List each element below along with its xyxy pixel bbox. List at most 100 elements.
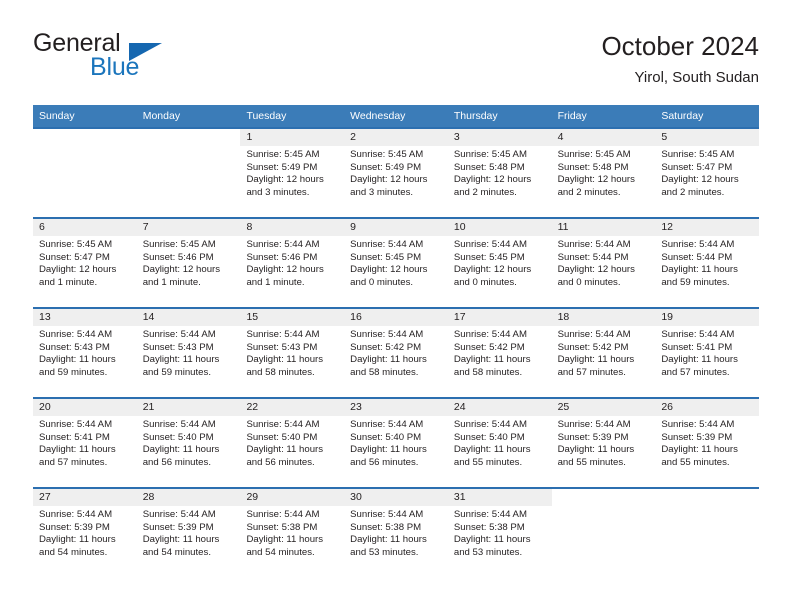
calendar-day-cell[interactable]: 19 Sunrise: 5:44 AM Sunset: 5:41 PM Dayligh… xyxy=(655,307,760,397)
sunset-text: Sunset: 5:49 PM xyxy=(246,161,318,173)
sunrise-text: Sunrise: 5:45 AM xyxy=(350,149,424,160)
calendar-day-cell[interactable]: 9 Sunrise: 5:44 AM Sunset: 5:45 PM Daylight… xyxy=(344,217,448,307)
sunrise-text: Sunrise: 5:45 AM xyxy=(453,149,527,160)
day-details: Sunrise: 5:44 AM Sunset: 5:41 PM Daylight:… xyxy=(33,416,137,469)
day-details: Sunrise: 5:44 AM Sunset: 5:40 PM Daylight:… xyxy=(240,416,344,469)
calendar-day-cell[interactable]: 12 Sunrise: 5:44 AM Sunset: 5:44 PM Dayligh… xyxy=(655,217,760,307)
calendar-day-cell[interactable]: 8 Sunrise: 5:44 AM Sunset: 5:46 PM Daylight… xyxy=(240,217,345,307)
daylight-text-line2: and 55 minutes. xyxy=(557,456,626,468)
calendar-day-cell[interactable]: 6 Sunrise: 5:45 AM Sunset: 5:47 PM Daylight… xyxy=(33,217,137,307)
calendar-day-cell[interactable]: 2 Sunrise: 5:45 AM Sunset: 5:49 PM Daylight… xyxy=(344,127,448,217)
sunset-text: Sunset: 5:46 PM xyxy=(142,251,214,263)
daylight-text-line1: Daylight: 11 hours xyxy=(39,354,116,366)
daylight-text-line2: and 56 minutes. xyxy=(350,456,419,468)
calendar-day-cell[interactable]: 13 Sunrise: 5:44 AM Sunset: 5:43 PM Dayligh… xyxy=(33,307,137,397)
sunrise-text: Sunrise: 5:44 AM xyxy=(453,329,527,340)
sunset-text: Sunset: 5:44 PM xyxy=(661,251,733,263)
calendar-day-cell[interactable]: 26 Sunrise: 5:44 AM Sunset: 5:39 PM Dayligh… xyxy=(655,397,760,487)
daylight-text-line1: Daylight: 12 hours xyxy=(39,264,117,276)
calendar-day-cell[interactable]: 23 Sunrise: 5:44 AM Sunset: 5:40 PM Dayligh… xyxy=(344,397,448,487)
sunrise-text: Sunrise: 5:44 AM xyxy=(246,239,320,250)
daylight-text-line2: and 58 minutes. xyxy=(350,366,419,378)
day-details: Sunrise: 5:44 AM Sunset: 5:38 PM Daylight:… xyxy=(344,506,448,559)
daylight-text-line1: Daylight: 11 hours xyxy=(246,354,324,366)
sunset-text: Sunset: 5:43 PM xyxy=(39,341,110,353)
calendar-day-cell[interactable]: 4 Sunrise: 5:45 AM Sunset: 5:48 PM Daylight… xyxy=(551,127,656,217)
calendar-day-cell[interactable]: 14 Sunrise: 5:44 AM Sunset: 5:43 PM Dayligh… xyxy=(136,307,241,397)
calendar-day-cell[interactable]: 30 Sunrise: 5:44 AM Sunset: 5:38 PM Dayligh… xyxy=(344,487,448,577)
calendar-day-cell[interactable]: 20 Sunrise: 5:44 AM Sunset: 5:41 PM Dayligh… xyxy=(33,397,137,487)
calendar-week-row: 20 Sunrise: 5:44 AM Sunset: 5:41 PM Dayligh… xyxy=(33,397,760,487)
calendar-day-cell[interactable]: 22 Sunrise: 5:44 AM Sunset: 5:40 PM Dayligh… xyxy=(240,397,345,487)
sunrise-text: Sunrise: 5:44 AM xyxy=(246,509,320,520)
sunset-text: Sunset: 5:42 PM xyxy=(557,341,629,353)
calendar-day-cell[interactable]: 27 Sunrise: 5:44 AM Sunset: 5:39 PM Dayligh… xyxy=(33,487,137,577)
day-details: Sunrise: 5:44 AM Sunset: 5:40 PM Daylight:… xyxy=(448,416,552,469)
daylight-text-line2: and 2 minutes. xyxy=(557,186,621,198)
day-number: 23 xyxy=(344,399,448,416)
daylight-text-line1: Daylight: 11 hours xyxy=(142,534,220,546)
sunrise-text: Sunrise: 5:44 AM xyxy=(246,419,320,430)
sunset-text: Sunset: 5:38 PM xyxy=(350,521,422,533)
daylight-text-line1: Daylight: 11 hours xyxy=(39,444,116,456)
sunset-text: Sunset: 5:39 PM xyxy=(39,521,110,533)
sunset-text: Sunset: 5:47 PM xyxy=(661,161,733,173)
daylight-text-line2: and 57 minutes. xyxy=(661,366,730,378)
calendar-weeks: 1 Sunrise: 5:45 AM Sunset: 5:49 PM Daylight… xyxy=(33,127,760,577)
day-details: Sunrise: 5:45 AM Sunset: 5:48 PM Daylight:… xyxy=(552,146,656,199)
calendar-day-cell[interactable]: 28 Sunrise: 5:44 AM Sunset: 5:39 PM Dayligh… xyxy=(136,487,241,577)
calendar-day-cell[interactable]: 1 Sunrise: 5:45 AM Sunset: 5:49 PM Daylight… xyxy=(240,127,345,217)
day-number: 8 xyxy=(240,219,345,236)
calendar-day-cell[interactable]: 15 Sunrise: 5:44 AM Sunset: 5:43 PM Dayligh… xyxy=(240,307,345,397)
calendar-day-cell[interactable]: 7 Sunrise: 5:45 AM Sunset: 5:46 PM Daylight… xyxy=(136,217,241,307)
calendar-day-cell[interactable]: 16 Sunrise: 5:44 AM Sunset: 5:42 PM Dayligh… xyxy=(344,307,448,397)
calendar-day-cell[interactable]: 17 Sunrise: 5:44 AM Sunset: 5:42 PM Dayligh… xyxy=(447,307,552,397)
day-number: 13 xyxy=(33,309,137,326)
calendar-day-cell[interactable]: 18 Sunrise: 5:44 AM Sunset: 5:42 PM Dayligh… xyxy=(551,307,656,397)
calendar-day-cell[interactable]: 25 Sunrise: 5:44 AM Sunset: 5:39 PM Dayligh… xyxy=(551,397,656,487)
sunset-text: Sunset: 5:49 PM xyxy=(350,161,422,173)
day-number: 5 xyxy=(655,129,760,146)
calendar-day-cell[interactable]: 31 Sunrise: 5:44 AM Sunset: 5:38 PM Dayligh… xyxy=(447,487,552,577)
daylight-text-line1: Daylight: 11 hours xyxy=(350,444,427,456)
calendar-day-cell[interactable]: 3 Sunrise: 5:45 AM Sunset: 5:48 PM Daylight… xyxy=(447,127,552,217)
day-details: Sunrise: 5:44 AM Sunset: 5:38 PM Daylight:… xyxy=(448,506,552,559)
daylight-text-line2: and 1 minute. xyxy=(246,276,305,288)
daylight-text-line2: and 54 minutes. xyxy=(246,546,315,558)
day-details: Sunrise: 5:44 AM Sunset: 5:42 PM Daylight:… xyxy=(448,326,552,379)
general-blue-logo[interactable]: General Blue xyxy=(33,30,183,86)
daylight-text-line1: Daylight: 11 hours xyxy=(661,444,738,456)
day-details: Sunrise: 5:44 AM Sunset: 5:45 PM Daylight:… xyxy=(448,236,552,289)
calendar-day-cell[interactable]: 10 Sunrise: 5:44 AM Sunset: 5:45 PM Dayligh… xyxy=(447,217,552,307)
sunset-text: Sunset: 5:42 PM xyxy=(453,341,525,353)
sunrise-text: Sunrise: 5:44 AM xyxy=(142,419,216,430)
sunset-text: Sunset: 5:42 PM xyxy=(350,341,422,353)
calendar-day-cell[interactable]: 5 Sunrise: 5:45 AM Sunset: 5:47 PM Daylight… xyxy=(655,127,760,217)
calendar-day-cell[interactable]: 24 Sunrise: 5:44 AM Sunset: 5:40 PM Dayligh… xyxy=(447,397,552,487)
calendar-day-cell-empty xyxy=(33,127,137,217)
daylight-text-line2: and 2 minutes. xyxy=(453,186,517,198)
daylight-text-line1: Daylight: 12 hours xyxy=(246,174,324,186)
daylight-text-line1: Daylight: 11 hours xyxy=(661,264,738,276)
sunrise-text: Sunrise: 5:44 AM xyxy=(39,509,113,520)
calendar-day-cell[interactable]: 29 Sunrise: 5:44 AM Sunset: 5:38 PM Dayligh… xyxy=(240,487,345,577)
daylight-text-line2: and 56 minutes. xyxy=(142,456,211,468)
daylight-text-line2: and 0 minutes. xyxy=(557,276,621,288)
day-details: Sunrise: 5:45 AM Sunset: 5:49 PM Daylight:… xyxy=(240,146,344,199)
day-number: 1 xyxy=(240,129,345,146)
daylight-text-line1: Daylight: 12 hours xyxy=(453,174,532,186)
daylight-text-line2: and 58 minutes. xyxy=(246,366,315,378)
day-details: Sunrise: 5:44 AM Sunset: 5:40 PM Daylight:… xyxy=(137,416,241,469)
sunrise-text: Sunrise: 5:44 AM xyxy=(661,239,735,250)
daylight-text-line2: and 57 minutes. xyxy=(39,456,108,468)
calendar-day-cell[interactable]: 21 Sunrise: 5:44 AM Sunset: 5:40 PM Dayligh… xyxy=(136,397,241,487)
sunset-text: Sunset: 5:39 PM xyxy=(142,521,214,533)
sunrise-text: Sunrise: 5:44 AM xyxy=(142,329,216,340)
daylight-text-line1: Daylight: 12 hours xyxy=(557,264,635,276)
sunset-text: Sunset: 5:44 PM xyxy=(557,251,629,263)
day-details: Sunrise: 5:45 AM Sunset: 5:46 PM Daylight:… xyxy=(137,236,241,289)
calendar-day-cell[interactable]: 11 Sunrise: 5:44 AM Sunset: 5:44 PM Dayligh… xyxy=(551,217,656,307)
sunrise-text: Sunrise: 5:44 AM xyxy=(142,509,216,520)
sunset-text: Sunset: 5:40 PM xyxy=(453,431,525,443)
daylight-text-line1: Daylight: 11 hours xyxy=(453,444,531,456)
